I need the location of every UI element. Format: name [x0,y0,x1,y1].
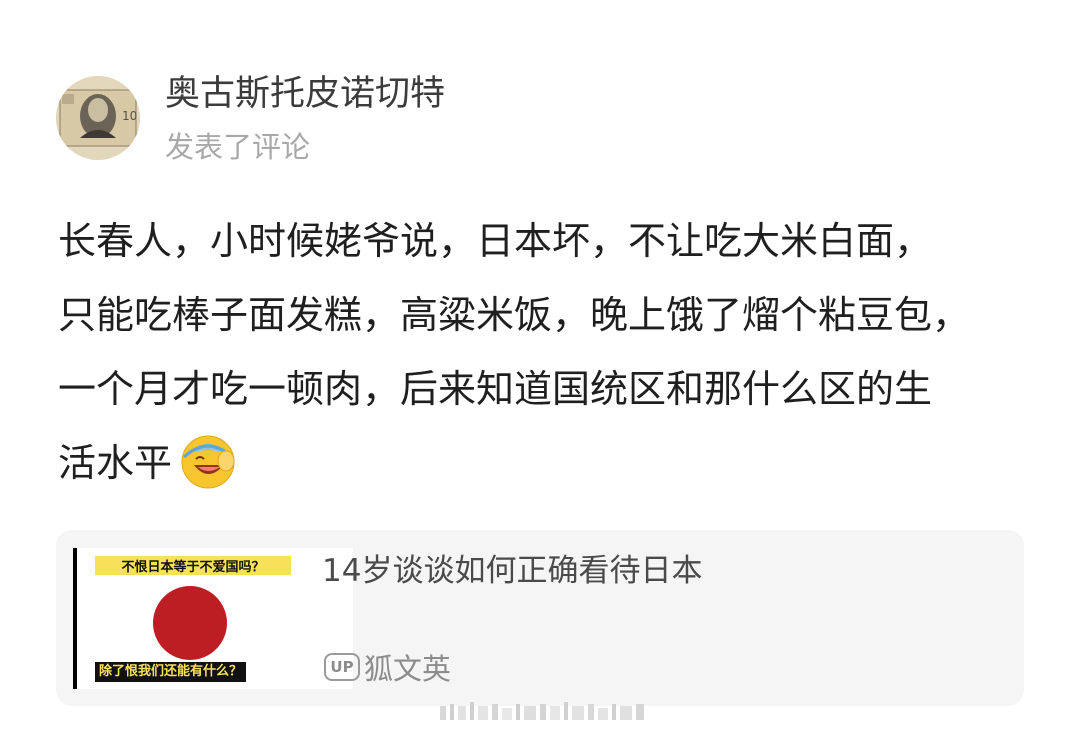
watermark-icon [440,702,644,720]
username[interactable]: 奥古斯托皮诺切特 [165,72,445,116]
comment-line: 长春人，小时候姥爷说，日本坏，不让吃大米白面， [58,219,933,263]
card-title[interactable]: 14岁谈谈如何正确看待日本 [322,550,702,592]
comment-line: 一个月才吃一顿肉，后来知道国统区和那什么区的生 [58,367,933,411]
video-thumbnail[interactable]: 不恨日本等于不爱国吗？ 除了恨我们还能有什么？ [73,548,353,689]
up-badge-icon: UP [324,653,360,681]
red-sun-circle [153,586,227,660]
thumbnail-bottom-caption: 除了恨我们还能有什么？ [95,662,247,682]
thumbnail-canvas: 不恨日本等于不爱国吗？ 除了恨我们还能有什么？ [77,548,353,689]
comment-line-last: 活水平 [58,426,1038,500]
linked-video-card[interactable]: 不恨日本等于不爱国吗？ 除了恨我们还能有什么？ 14岁谈谈如何正确看待日本 UP… [56,530,1024,706]
thumbnail-top-caption: 不恨日本等于不爱国吗？ [95,556,291,575]
comment-line: 只能吃棒子面发糕，高粱米饭，晚上饿了熘个粘豆包， [58,293,971,337]
comment-line-text: 活水平 [58,441,173,485]
post-action-label: 发表了评论 [165,130,311,164]
post-page: 10 奥古斯托皮诺切特 发表了评论 长春人，小时候姥爷说，日本坏，不让吃大米白面… [0,0,1080,739]
card-author-name: 狐文英 [364,652,452,686]
svg-text:10: 10 [122,109,137,123]
card-author[interactable]: UP 狐文英 [324,646,451,688]
comment-body: 长春人，小时候姥爷说，日本坏，不让吃大米白面， 只能吃棒子面发糕，高粱米饭，晚上… [58,204,1038,500]
banknote-portrait-avatar-icon: 10 [56,76,140,160]
laughing-cover-face-emoji-icon [181,435,235,488]
avatar[interactable]: 10 [56,76,140,160]
